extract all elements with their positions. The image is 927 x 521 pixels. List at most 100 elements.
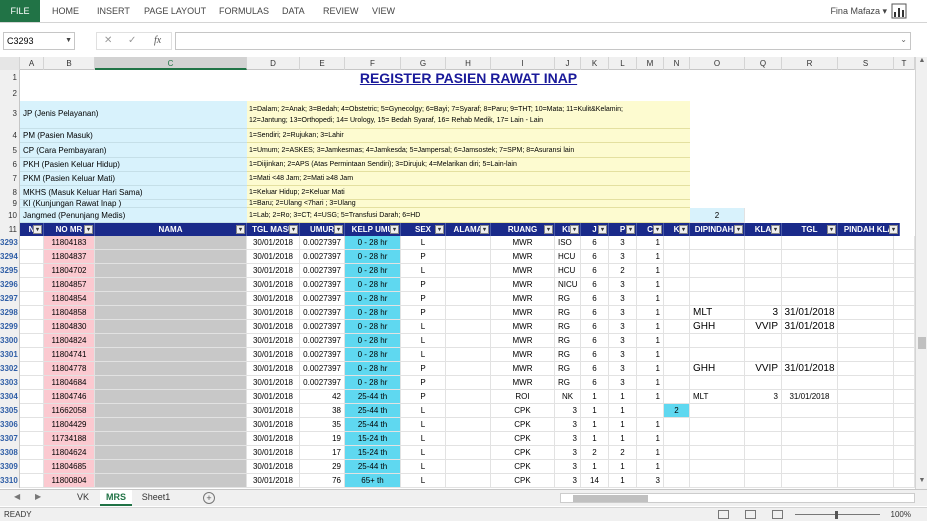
cell-kl[interactable]: RG	[555, 320, 581, 334]
cell-sex[interactable]: L	[401, 446, 446, 460]
cell-j[interactable]: 6	[581, 376, 609, 390]
cell-umur[interactable]: 19	[300, 432, 345, 446]
cell-s[interactable]: 31/01/2018	[782, 362, 838, 376]
legend-value[interactable]: 1=Umum; 2=ASKES; 3=Jamkesmas; 4=Jamkesda…	[247, 143, 690, 158]
cell-u[interactable]	[894, 418, 915, 432]
cell-kelp[interactable]: 0 - 28 hr	[345, 348, 401, 362]
filter-dropdown-icon[interactable]: ▾	[570, 225, 579, 234]
cell-t[interactable]	[838, 404, 894, 418]
cell-u[interactable]	[894, 404, 915, 418]
column-filter-header[interactable]: KL ▾	[555, 223, 581, 236]
cell-kelp[interactable]: 0 - 28 hr	[345, 362, 401, 376]
cell-nama[interactable]	[95, 348, 247, 362]
cell-j[interactable]: 6	[581, 362, 609, 376]
legend-label[interactable]: PKM (Pasien Keluar Mati)	[20, 172, 247, 186]
cell-q[interactable]	[690, 292, 745, 306]
cell-ruang[interactable]: MWR	[491, 362, 555, 376]
cell-umur[interactable]: 0.0027397	[300, 320, 345, 334]
cell-p[interactable]: 3	[609, 250, 637, 264]
cell-ruang[interactable]: CPK	[491, 404, 555, 418]
cell-sex[interactable]: L	[401, 474, 446, 488]
cell-tgl[interactable]: 30/01/2018	[247, 474, 300, 488]
cell-u[interactable]	[894, 432, 915, 446]
cell-tgl[interactable]: 30/01/2018	[247, 460, 300, 474]
table-cell[interactable]	[20, 320, 44, 334]
worksheet-grid[interactable]: A B C D E F G H I J K L M N O Q R S T 1 …	[0, 57, 915, 489]
cell-s[interactable]	[782, 334, 838, 348]
cell-q[interactable]	[690, 348, 745, 362]
cell-r[interactable]	[745, 348, 782, 362]
cell-s[interactable]	[782, 236, 838, 250]
cell-kelp[interactable]: 0 - 28 hr	[345, 306, 401, 320]
cell-r[interactable]	[745, 460, 782, 474]
add-sheet-icon[interactable]: +	[203, 492, 215, 504]
cell-mr[interactable]: 11804183	[44, 236, 95, 250]
sheet-tab-mrs[interactable]: MRS	[100, 490, 132, 506]
cell-alamat[interactable]	[446, 236, 491, 250]
cell-kelp[interactable]: 25-44 th	[345, 460, 401, 474]
cell-nama[interactable]	[95, 362, 247, 376]
cell-sex[interactable]: L	[401, 418, 446, 432]
scroll-down-icon[interactable]: ▼	[916, 477, 927, 489]
cell-alamat[interactable]	[446, 278, 491, 292]
cell-ruang[interactable]: MWR	[491, 278, 555, 292]
column-header-m[interactable]: M	[637, 57, 664, 70]
legend-value[interactable]: 1=Diijinkan; 2=APS (Atas Permintaan Send…	[247, 158, 690, 172]
cell-mr[interactable]: 11734188	[44, 432, 95, 446]
table-cell[interactable]	[20, 376, 44, 390]
cell-umur[interactable]: 29	[300, 460, 345, 474]
filter-dropdown-icon[interactable]: ▾	[480, 225, 489, 234]
legend-label[interactable]: MKHS (Masuk Keluar Hari Sama)	[20, 186, 247, 200]
cell-umur[interactable]: 0.0027397	[300, 250, 345, 264]
cell-ruang[interactable]: CPK	[491, 418, 555, 432]
filter-dropdown-icon[interactable]: ▾	[598, 225, 607, 234]
cell-q[interactable]	[690, 446, 745, 460]
cell-umur[interactable]: 0.0027397	[300, 348, 345, 362]
cell-sex[interactable]: P	[401, 306, 446, 320]
cell-ruang[interactable]: MWR	[491, 306, 555, 320]
row-header[interactable]: 3306	[0, 418, 20, 432]
column-header-q[interactable]: Q	[745, 57, 782, 70]
cell-t[interactable]	[838, 390, 894, 404]
filter-dropdown-icon[interactable]: ▾	[390, 225, 399, 234]
cell-alamat[interactable]	[446, 292, 491, 306]
cell-nama[interactable]	[95, 418, 247, 432]
cell-m[interactable]	[664, 474, 690, 488]
cell-tgl[interactable]: 30/01/2018	[247, 348, 300, 362]
cell-ruang[interactable]: CPK	[491, 446, 555, 460]
cell-q[interactable]	[690, 376, 745, 390]
scroll-up-icon[interactable]: ▲	[916, 57, 927, 69]
table-cell[interactable]	[20, 418, 44, 432]
cell-kl[interactable]: HCU	[555, 250, 581, 264]
column-filter-header[interactable]: TGL MASU ▾	[247, 223, 300, 236]
cell-kelp[interactable]: 0 - 28 hr	[345, 264, 401, 278]
column-header-j[interactable]: J	[555, 57, 581, 70]
column-header-f[interactable]: F	[345, 57, 401, 70]
account-picture-icon[interactable]	[891, 3, 907, 19]
cell-m[interactable]	[664, 376, 690, 390]
cell-q[interactable]	[690, 264, 745, 278]
legend-label[interactable]: KI (Kunjungan Rawat Inap )	[20, 200, 247, 208]
cell-kl[interactable]: 3	[555, 474, 581, 488]
cell-ruang[interactable]: MWR	[491, 236, 555, 250]
page-layout-view-icon[interactable]	[745, 510, 756, 519]
cell-u[interactable]	[894, 278, 915, 292]
column-filter-header[interactable]: J ▾	[581, 223, 609, 236]
expand-formula-icon[interactable]: ⌄	[900, 35, 907, 44]
tab-formulas[interactable]: FORMULAS	[219, 0, 269, 22]
cell-sex[interactable]: P	[401, 250, 446, 264]
cell-sex[interactable]: P	[401, 362, 446, 376]
row-header[interactable]: 3300	[0, 334, 20, 348]
row-header[interactable]: 3294	[0, 250, 20, 264]
scroll-thumb[interactable]	[918, 337, 926, 349]
tab-review[interactable]: REVIEW	[323, 0, 359, 22]
name-box[interactable]: C3293 ▼	[3, 32, 75, 50]
cell-t[interactable]	[838, 236, 894, 250]
table-cell[interactable]	[20, 306, 44, 320]
column-header-k[interactable]: K	[581, 57, 609, 70]
cell-alamat[interactable]	[446, 446, 491, 460]
cell-umur[interactable]: 0.0027397	[300, 278, 345, 292]
cell-tgl[interactable]: 30/01/2018	[247, 292, 300, 306]
cell-c[interactable]: 1	[637, 362, 664, 376]
cell-mr[interactable]: 11804741	[44, 348, 95, 362]
